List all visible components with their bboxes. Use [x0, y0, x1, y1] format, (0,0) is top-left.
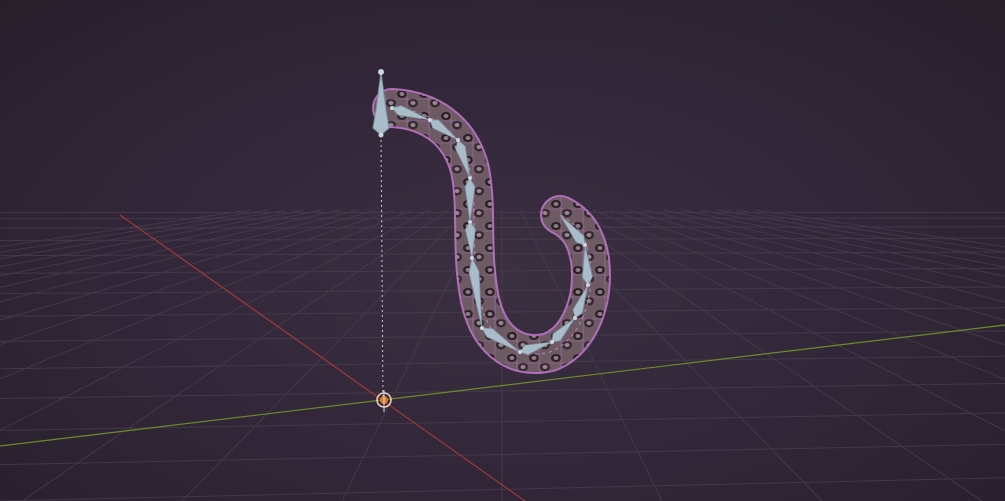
- grid-line: [753, 209, 1005, 248]
- grid-line: [0, 217, 1005, 220]
- grid-line: [0, 209, 323, 277]
- viewport-canvas[interactable]: [0, 0, 1005, 501]
- grid-line: [699, 209, 1005, 268]
- bone-joint[interactable]: [468, 176, 472, 180]
- grid-line: [663, 209, 1005, 289]
- bone-joint[interactable]: [550, 340, 554, 344]
- grid-line: [0, 209, 251, 248]
- grid-line: [681, 209, 1005, 277]
- grid-line: [0, 209, 341, 288]
- grid-line: [717, 209, 1005, 260]
- bone-joint[interactable]: [518, 350, 522, 354]
- bone-joint[interactable]: [583, 243, 587, 247]
- bone-joint[interactable]: [456, 138, 460, 142]
- bone-joint[interactable]: [480, 326, 484, 330]
- grid-line: [0, 209, 305, 268]
- grid-line: [0, 209, 395, 346]
- bone-joint[interactable]: [586, 283, 590, 287]
- bone-joint[interactable]: [470, 256, 474, 260]
- relationship-line: [380, 134, 384, 399]
- 3d-viewport[interactable]: [0, 0, 1005, 501]
- grid-line: [0, 209, 287, 260]
- bone-joint[interactable]: [428, 118, 432, 122]
- bone-joint[interactable]: [390, 106, 394, 110]
- grid-line: [645, 209, 1005, 303]
- bone-joint[interactable]: [573, 316, 577, 320]
- bone-joint[interactable]: [468, 220, 472, 224]
- snake-mesh[interactable]: [372, 88, 611, 375]
